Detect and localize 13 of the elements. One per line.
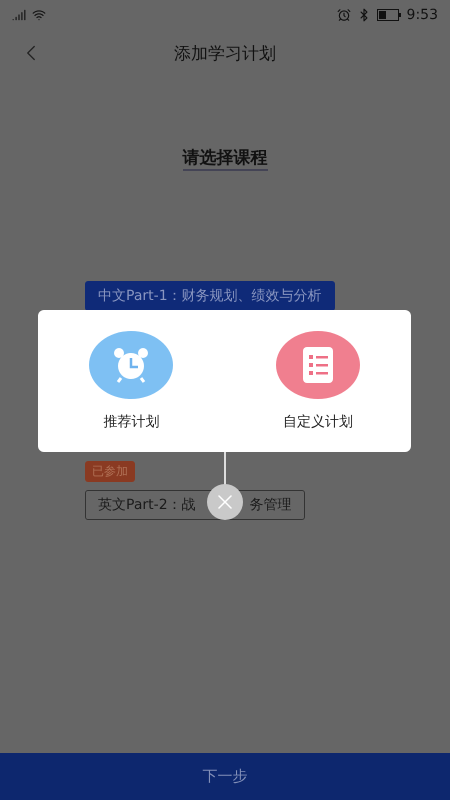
course-text: 务管理 xyxy=(250,496,292,514)
next-button[interactable]: 下一步 xyxy=(0,753,450,800)
section-heading: 请选择课程 xyxy=(182,146,268,171)
close-button[interactable] xyxy=(207,484,243,520)
course-text: 英文Part-2：战 xyxy=(98,496,196,514)
wifi-icon xyxy=(32,8,46,22)
course-option[interactable]: 中文Part-1：财务规划、绩效与分析 xyxy=(85,281,335,311)
list-icon xyxy=(300,345,335,385)
status-time: 9:53 xyxy=(406,7,438,23)
alarm-icon xyxy=(336,8,351,22)
signal-icon xyxy=(12,8,26,22)
battery-icon xyxy=(376,9,401,21)
page-title: 添加学习计划 xyxy=(174,42,276,64)
